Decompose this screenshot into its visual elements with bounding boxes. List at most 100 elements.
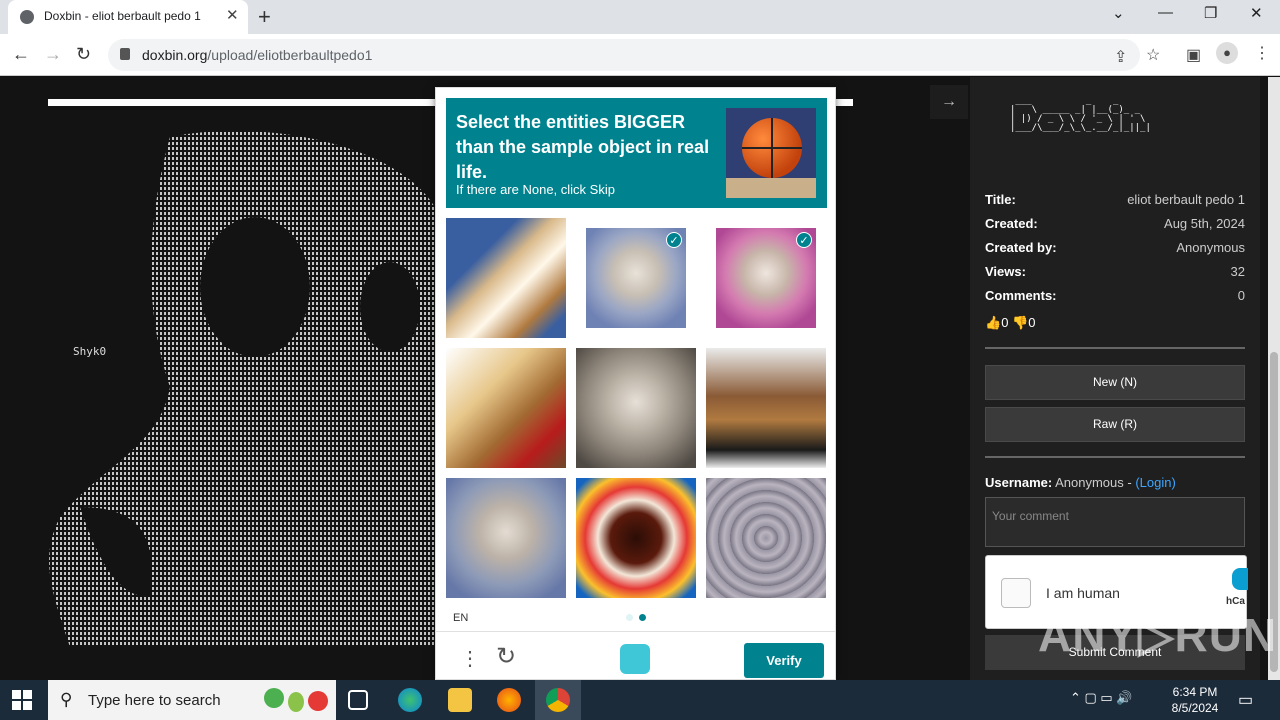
divider [985,347,1245,349]
comment-textarea[interactable]: Your comment [985,497,1245,547]
meta-created-by: Created by: Anonymous [985,240,1245,260]
refresh-icon[interactable]: ↻ [496,642,516,671]
meta-key: Created by: [985,240,1057,255]
sidebar: ___ _ _ | \ _____ _| |__(_)_ _ | |) / _ … [970,77,1260,680]
check-icon: ✓ [796,232,812,248]
ascii-label: Shyk0 [73,345,107,358]
tab-search-icon[interactable]: ⌄ [1112,4,1125,22]
clock-time: 6:34 PM [1172,685,1218,699]
meta-views: Views: 32 [985,264,1245,284]
task-view-icon[interactable] [348,690,368,710]
raw-button[interactable]: Raw (R) [985,407,1245,442]
username-value: Anonymous - [1055,475,1132,490]
thumbs-up-icon[interactable]: 👍 [985,315,1001,330]
challenge-tile-paintbrush[interactable] [446,218,566,338]
maximize-button[interactable]: ❐ [1204,4,1217,22]
start-pane [23,701,32,710]
page-dot [626,614,633,621]
tile-image [576,348,696,468]
like-count: 0 [1001,315,1009,330]
challenge-tile-paintbrush[interactable] [446,348,566,468]
profile-icon[interactable]: ● [1216,42,1238,64]
new-paste-button[interactable]: New (N) [985,365,1245,400]
file-explorer-icon[interactable] [448,688,472,712]
start-pane [12,701,21,710]
share-icon[interactable]: ⇪ [1114,47,1127,67]
challenge-tile-sheep[interactable] [446,478,566,598]
start-pane [23,690,32,699]
meta-value: 32 [1230,264,1245,279]
address-bar[interactable]: doxbin.org/upload/eliotberbaultpedo1 ⇪ [108,39,1140,71]
challenge-tile-sheep-selected[interactable]: ✓ [576,218,696,338]
system-tray-icons[interactable]: ⌃ ▢ ▭ 🔊 [1070,690,1132,706]
meta-value: eliot berbault pedo 1 [1127,192,1245,207]
search-highlight-food-icon [264,688,328,712]
hcaptcha-logo-icon [1232,568,1248,590]
tile-image [706,478,826,598]
browser-tab[interactable]: Doxbin - eliot berbault pedo 1 ✕ [8,0,248,34]
challenge-tile-sheep-selected[interactable]: ✓ [706,218,826,338]
sidebar-icon[interactable]: ▣ [1186,45,1201,65]
divider [985,456,1245,458]
username-label: Username: [985,475,1053,490]
meta-created: Created: Aug 5th, 2024 [985,216,1245,236]
meta-key: Title: [985,192,1016,207]
ascii-art-portrait [49,130,440,647]
challenge-prompt: Select the entities BIGGER than the samp… [446,98,827,208]
dislike-count: 0 [1028,315,1036,330]
prompt-subtext: If there are None, click Skip [456,182,615,197]
close-window-button[interactable]: ✕ [1250,4,1263,22]
check-icon: ✓ [666,232,682,248]
meta-key: Comments: [985,288,1057,303]
taskbar-clock[interactable]: 6:34 PM 8/5/2024 [1160,684,1230,716]
meta-title: Title: eliot berbault pedo 1 [985,192,1245,212]
hcaptcha-challenge: Select the entities BIGGER than the samp… [435,87,836,680]
notification-icon[interactable]: ▭ [1238,690,1253,710]
taskbar-search[interactable]: ⚲ Type here to search [48,680,336,720]
star-icon[interactable]: ☆ [1146,45,1160,65]
search-placeholder: Type here to search [88,692,221,709]
clock-date: 8/5/2024 [1171,701,1219,715]
chrome-taskbar-active[interactable] [535,680,581,720]
meta-key: Views: [985,264,1026,279]
meta-comments: Comments: 0 [985,288,1245,308]
challenge-tile-sheep[interactable] [576,348,696,468]
tab-close-icon[interactable]: ✕ [226,6,239,24]
url-path: /upload/eliotberbaultpedo1 [207,47,373,63]
tile-image [706,348,826,468]
browser-tab-bar: Doxbin - eliot berbault pedo 1 ✕ + ⌄ — ❐… [0,0,1280,34]
new-tab-button[interactable]: + [258,4,271,30]
anyrun-watermark: ANY▷RUN [1038,609,1278,661]
lock-icon[interactable] [120,48,130,60]
minimize-button[interactable]: — [1158,4,1173,21]
url-text[interactable]: doxbin.org/upload/eliotberbaultpedo1 [142,47,372,63]
doxbin-logo: ___ _ _ | \ _____ _| |__(_)_ _ | |) / _ … [1010,96,1151,133]
ball-seam [742,147,802,149]
edge-icon[interactable] [398,688,422,712]
login-link[interactable]: (Login) [1135,475,1175,490]
menu-icon[interactable]: ⋮ [1254,43,1270,63]
captcha-checkbox[interactable] [1001,578,1031,608]
scrollbar[interactable] [1268,77,1280,680]
sample-image-basketball [726,108,816,198]
table-surface [726,178,816,198]
captcha-label: I am human [1046,585,1120,601]
tile-image [446,218,566,338]
collapse-sidebar-button[interactable]: → [930,85,968,119]
thumbs-down-icon[interactable]: 👎 [1012,315,1028,330]
meta-value: 0 [1237,288,1245,303]
language-selector[interactable]: EN [453,612,468,624]
challenge-tile-paintbrush[interactable] [706,348,826,468]
challenge-tile-sheep[interactable] [706,478,826,598]
challenge-tile-cup[interactable] [576,478,696,598]
tile-image [576,478,696,598]
firefox-icon[interactable] [497,688,521,712]
windows-start-icon[interactable] [12,690,32,710]
forward-button[interactable]: → [44,44,62,65]
meta-key: Created: [985,216,1038,231]
back-button[interactable]: ← [12,44,30,65]
challenge-menu-icon[interactable]: ⋮ [460,646,480,671]
reload-button[interactable]: ↻ [76,44,91,65]
verify-button[interactable]: Verify [744,643,824,678]
tile-image [446,348,566,468]
